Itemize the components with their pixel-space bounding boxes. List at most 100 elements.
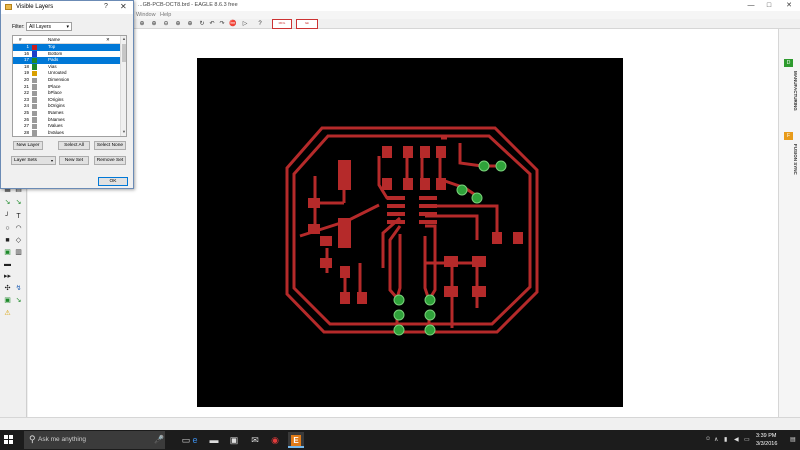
layer-color-swatch[interactable]: [32, 103, 37, 110]
taskbar-search[interactable]: ⚲ Ask me anything 🎤: [24, 431, 165, 449]
zoom-select-icon[interactable]: ⊕: [174, 20, 182, 28]
layer-color-swatch[interactable]: [32, 84, 37, 90]
via-icon[interactable]: ▣: [3, 248, 12, 257]
clock-time[interactable]: 3:39 PM: [756, 433, 776, 439]
volume-icon[interactable]: ◀: [734, 436, 739, 443]
layer-color-swatch[interactable]: [32, 44, 37, 50]
scroll-down-icon[interactable]: ▼: [121, 129, 126, 134]
layer-color-swatch[interactable]: [32, 77, 37, 83]
route-icon[interactable]: ↘: [3, 198, 12, 207]
layer-row-unrouted[interactable]: 19 Unrouted: [13, 70, 120, 77]
dialog-title: Visible Layers: [16, 4, 54, 10]
new-layer-button[interactable]: New Layer: [13, 141, 43, 150]
filter-dropdown[interactable]: All Layers ▾: [26, 22, 72, 31]
remove-set-button[interactable]: Remove Set: [94, 156, 126, 165]
layer-color-swatch[interactable]: [32, 110, 37, 116]
store-icon[interactable]: ▣: [226, 432, 242, 448]
attribute-icon[interactable]: ▬: [3, 260, 12, 269]
scroll-up-icon[interactable]: ▲: [121, 36, 126, 41]
errors-icon[interactable]: ↘: [14, 296, 23, 305]
layer-row-bvalues[interactable]: 28 bValues: [13, 130, 120, 136]
eagle-taskbar-icon[interactable]: E: [288, 432, 304, 448]
fusion-badge[interactable]: F: [784, 132, 793, 140]
layer-color-swatch[interactable]: [32, 51, 37, 57]
layer-color-swatch[interactable]: [32, 97, 37, 103]
layer-row-borigins[interactable]: 24 bOrigins: [13, 103, 120, 110]
layer-row-pads[interactable]: 17 Pads: [13, 57, 120, 64]
help-icon[interactable]: ?: [104, 3, 108, 10]
redraw-icon[interactable]: ↻: [198, 20, 206, 28]
ratsnest-icon[interactable]: ✣: [3, 284, 12, 293]
warning-icon[interactable]: ⚠: [3, 309, 12, 318]
zoom-in-icon[interactable]: ⊕: [150, 20, 158, 28]
select-all-button[interactable]: Select All: [58, 141, 90, 150]
chrome-icon[interactable]: ◉: [267, 432, 283, 448]
circle-icon[interactable]: ○: [3, 224, 12, 233]
battery-icon[interactable]: ▭: [744, 436, 750, 443]
file-explorer-icon[interactable]: ▬: [206, 432, 222, 448]
hole-icon[interactable]: ▥: [14, 248, 23, 257]
tray-chevron-icon[interactable]: ∧: [714, 436, 718, 443]
polygon-icon[interactable]: ◇: [14, 236, 23, 245]
stop-icon[interactable]: ⛔: [229, 20, 237, 28]
zoom-last-icon[interactable]: ⊕: [186, 20, 194, 28]
new-set-button[interactable]: New Set: [59, 156, 89, 165]
layer-row-tplace[interactable]: 21 tPlace: [13, 84, 120, 91]
zoom-fit-icon[interactable]: ⊕: [138, 20, 146, 28]
fusion-sync-tab[interactable]: FUSION SYNC: [782, 144, 798, 175]
manufacturing-tab[interactable]: MANUFACTURING: [782, 71, 798, 111]
text-icon[interactable]: T: [14, 212, 23, 221]
manufacturing-toolbar-button[interactable]: MFG: [272, 19, 292, 29]
scroll-thumb[interactable]: [122, 44, 126, 62]
layer-color-swatch[interactable]: [32, 64, 37, 70]
help-icon[interactable]: ?: [256, 20, 264, 28]
go-icon[interactable]: ▷: [241, 20, 249, 28]
close-dialog-icon[interactable]: ✕: [120, 2, 127, 11]
maximize-button[interactable]: □: [762, 0, 776, 11]
undo-icon[interactable]: ↶: [208, 20, 216, 28]
layer-row-top[interactable]: 1 Top: [13, 44, 120, 51]
layer-list-scrollbar[interactable]: ▲ ▼: [120, 36, 126, 136]
notification-icon[interactable]: ▤: [790, 436, 796, 443]
layer-color-swatch[interactable]: [32, 117, 37, 123]
minimize-button[interactable]: —: [744, 0, 758, 11]
zoom-out-icon[interactable]: ⊖: [162, 20, 170, 28]
autorouter-icon[interactable]: ↯: [14, 284, 23, 293]
menu-window[interactable]: Window: [136, 12, 156, 18]
layer-color-swatch[interactable]: [32, 70, 37, 77]
layer-row-dimension[interactable]: 20 Dimension: [13, 77, 120, 84]
manufacturing-badge[interactable]: D: [784, 59, 793, 67]
edge-browser-icon[interactable]: e: [187, 432, 203, 448]
arc-icon[interactable]: ◠: [14, 224, 23, 233]
layer-row-bnames[interactable]: 26 bNames: [13, 117, 120, 124]
close-window-button[interactable]: ✕: [782, 0, 796, 11]
layer-color-swatch[interactable]: [32, 57, 37, 64]
layer-row-torigins[interactable]: 23 tOrigins: [13, 97, 120, 104]
people-icon[interactable]: ☺: [705, 436, 711, 442]
select-none-button[interactable]: Select None: [94, 141, 126, 150]
dimension-icon[interactable]: ▸▸: [3, 272, 12, 281]
fab-toolbar-button[interactable]: fab: [296, 19, 318, 29]
layer-color-swatch[interactable]: [32, 90, 37, 97]
ok-button[interactable]: OK: [98, 177, 128, 186]
start-button[interactable]: [4, 435, 14, 445]
mail-icon[interactable]: ✉: [247, 432, 263, 448]
network-icon[interactable]: ▮: [724, 436, 727, 443]
layer-row-vias[interactable]: 18 Vias: [13, 64, 120, 71]
microphone-icon[interactable]: 🎤: [154, 435, 164, 444]
layer-list[interactable]: # Name ✕ 1 Top 16 Bottom 17 Pads 18 Vias 19 Unrou…: [12, 35, 127, 137]
wire-icon[interactable]: ╯: [3, 212, 12, 221]
layer-sets-button[interactable]: Layer Sets ▾: [11, 156, 56, 165]
layer-row-bottom[interactable]: 16 Bottom: [13, 51, 120, 58]
menu-help[interactable]: Help: [160, 12, 171, 18]
layer-color-swatch[interactable]: [32, 123, 37, 130]
ripup-icon[interactable]: ↘: [14, 198, 23, 207]
clock-date[interactable]: 3/3/2016: [756, 441, 777, 447]
rect-icon[interactable]: ■: [3, 236, 12, 245]
layer-color-swatch[interactable]: [32, 130, 37, 136]
layer-row-tvalues[interactable]: 27 tValues: [13, 123, 120, 130]
layer-row-bplace[interactable]: 22 bPlace: [13, 90, 120, 97]
redo-icon[interactable]: ↷: [218, 20, 226, 28]
layer-row-tnames[interactable]: 25 tNames: [13, 110, 120, 117]
drc-icon[interactable]: ▣: [3, 296, 12, 305]
